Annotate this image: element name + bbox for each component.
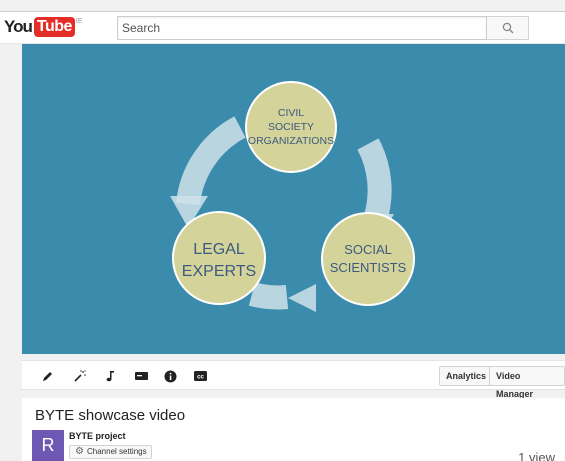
logo-tube-text: Tube (33, 17, 75, 37)
music-note-icon[interactable] (102, 368, 118, 384)
youtube-logo[interactable]: You Tube IE (4, 17, 83, 37)
view-count: 1 view (518, 450, 555, 461)
annotation-icon[interactable] (133, 368, 149, 384)
circle-left-line1: LEGAL (193, 241, 245, 258)
channel-settings-label: Channel settings (87, 447, 147, 456)
logo-region-code: IE (75, 18, 83, 25)
svg-text:cc: cc (197, 374, 204, 380)
circle-top-line3: ORGANIZATIONS (248, 135, 334, 147)
video-player[interactable]: CIVIL SOCIETY ORGANIZATIONS LEGAL EXPERT… (22, 44, 565, 354)
circle-right-line1: SOCIAL (344, 242, 392, 257)
analytics-button[interactable]: Analytics (439, 366, 494, 386)
search-placeholder: Search (122, 21, 161, 35)
logo-you-text: You (4, 17, 33, 36)
pencil-icon[interactable] (40, 368, 56, 384)
gear-icon: ⚙ (75, 446, 84, 457)
video-info-panel: BYTE showcase video R BYTE project ⚙ Cha… (22, 398, 565, 461)
circle-right: SOCIAL SCIENTISTS (321, 212, 415, 306)
cc-icon[interactable]: cc (192, 368, 208, 384)
search-button[interactable] (487, 16, 529, 40)
search-icon (502, 22, 514, 34)
circle-left-line2: EXPERTS (182, 263, 256, 280)
circle-top-line1: CIVIL (278, 107, 304, 119)
video-manager-button[interactable]: Video Manager (489, 366, 565, 399)
youtube-page: You Tube IE Search CIVIL SOCIETY ORGANIZ… (0, 0, 565, 461)
circle-top-line2: SOCIETY (268, 121, 314, 133)
channel-settings-button[interactable]: ⚙ Channel settings (69, 445, 152, 459)
magic-wand-icon[interactable] (72, 368, 88, 384)
video-frame: CIVIL SOCIETY ORGANIZATIONS LEGAL EXPERT… (22, 44, 565, 354)
circle-right-line2: SCIENTISTS (330, 260, 407, 275)
search-input[interactable]: Search (117, 16, 487, 40)
channel-name[interactable]: BYTE project (69, 431, 126, 441)
top-strip (0, 0, 565, 11)
video-editor-toolbar: cc Analytics Video Manager (22, 360, 565, 399)
circle-left: LEGAL EXPERTS (172, 211, 266, 305)
video-title: BYTE showcase video (35, 407, 186, 424)
circle-top: CIVIL SOCIETY ORGANIZATIONS (245, 81, 337, 173)
channel-avatar[interactable]: R (32, 430, 64, 461)
info-icon[interactable] (162, 368, 178, 384)
